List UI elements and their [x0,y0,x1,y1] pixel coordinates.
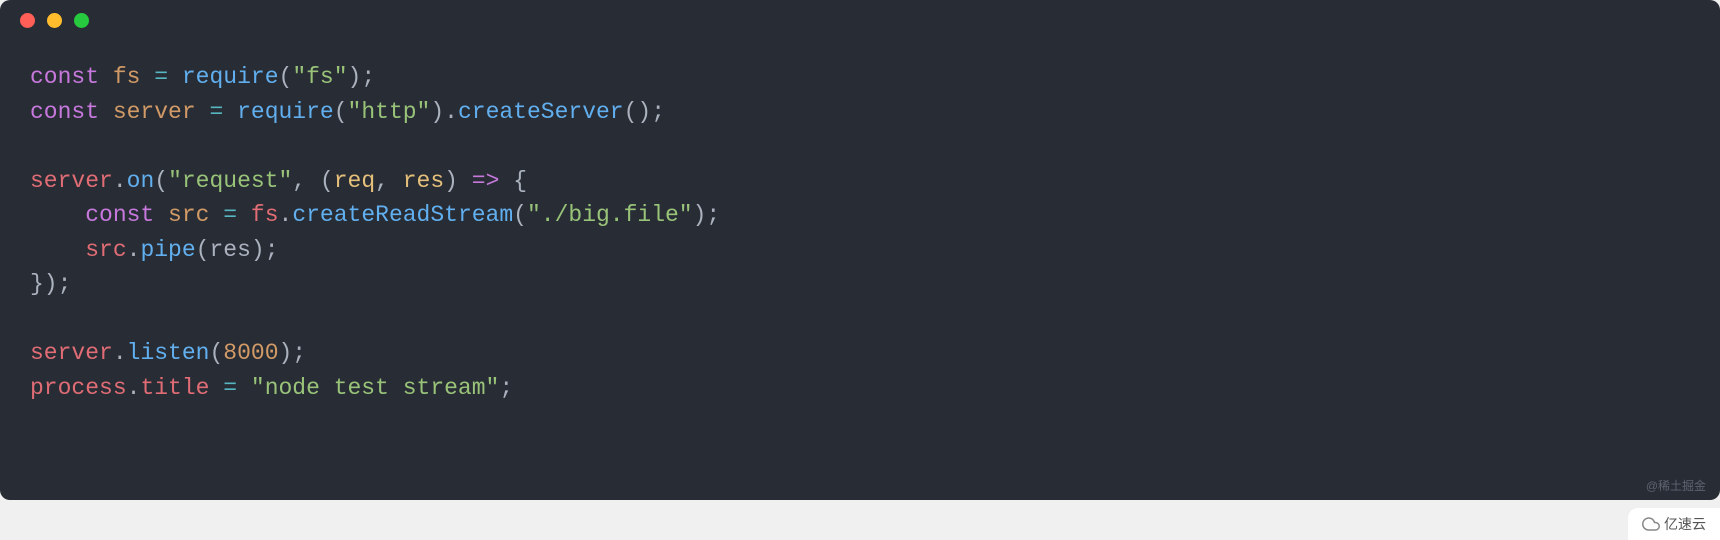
code-token: 8000 [223,340,278,366]
code-token: }); [30,271,71,297]
code-token: (); [624,99,665,125]
code-token: ); [693,202,721,228]
code-token: require [237,99,334,125]
code-token: server [30,340,113,366]
source-watermark: @稀土掘金 [1646,477,1706,494]
close-icon[interactable] [20,13,35,28]
code-token: createReadStream [292,202,513,228]
code-token: => [472,168,500,194]
code-token [168,64,182,90]
code-line: const server = require("http").createSer… [30,95,1690,130]
code-line [30,302,1690,337]
code-line: src.pipe(res); [30,233,1690,268]
code-line: const fs = require("fs"); [30,60,1690,95]
footer-area: 亿速云 [0,500,1720,540]
code-token: ; [499,375,513,401]
code-token: ( [513,202,527,228]
brand-watermark-text: 亿速云 [1664,514,1706,534]
code-token [99,64,113,90]
code-token [30,237,85,263]
code-token: ( [209,340,223,366]
window-title-bar [0,0,1720,40]
code-line [30,129,1690,164]
code-token: require [182,64,279,90]
code-token: server [113,99,196,125]
code-token [140,64,154,90]
code-token [196,99,210,125]
code-line: server.listen(8000); [30,336,1690,371]
code-token: pipe [140,237,195,263]
code-token: process [30,375,127,401]
code-token: ); [279,340,307,366]
code-token: , ( [292,168,333,194]
code-token: const [30,64,99,90]
cloud-icon [1642,515,1660,533]
code-token: . [279,202,293,228]
code-token: ); [348,64,376,90]
code-line: }); [30,267,1690,302]
code-token [223,99,237,125]
code-line: process.title = "node test stream"; [30,371,1690,406]
minimize-icon[interactable] [47,13,62,28]
code-token: "request" [168,168,292,194]
code-token: "http" [348,99,431,125]
code-token: fs [251,202,279,228]
code-token: const [85,202,154,228]
code-token: res [403,168,444,194]
code-token [154,202,168,228]
code-token: fs [113,64,141,90]
code-token: ). [430,99,458,125]
code-token: createServer [458,99,624,125]
code-token: = [223,202,237,228]
code-token: const [30,99,99,125]
code-token [209,375,223,401]
code-editor-window: const fs = require("fs");const server = … [0,0,1720,500]
code-token: title [140,375,209,401]
code-content: const fs = require("fs");const server = … [0,40,1720,425]
code-token: server [30,168,113,194]
code-token: ( [154,168,168,194]
code-token: "fs" [292,64,347,90]
code-token: src [168,202,209,228]
code-token: = [223,375,237,401]
code-token: { [499,168,527,194]
code-token: . [113,340,127,366]
code-token [30,202,85,228]
code-token [99,99,113,125]
code-token: = [209,99,223,125]
code-token: ); [251,237,279,263]
code-token: ) [444,168,472,194]
code-token: "./big.file" [527,202,693,228]
code-token: "node test stream" [251,375,499,401]
code-line: server.on("request", (req, res) => { [30,164,1690,199]
code-token: ( [279,64,293,90]
code-token: . [127,375,141,401]
code-token: ( [334,99,348,125]
code-token: . [113,168,127,194]
code-token: req [334,168,375,194]
maximize-icon[interactable] [74,13,89,28]
code-token: . [127,237,141,263]
code-token: src [85,237,126,263]
code-token [237,375,251,401]
code-token [237,202,251,228]
brand-watermark: 亿速云 [1628,508,1720,540]
code-token [209,202,223,228]
code-token: ( [196,237,210,263]
code-token: , [375,168,403,194]
code-line: const src = fs.createReadStream("./big.f… [30,198,1690,233]
code-token: on [127,168,155,194]
code-token: = [154,64,168,90]
code-token: listen [127,340,210,366]
code-token: res [209,237,250,263]
